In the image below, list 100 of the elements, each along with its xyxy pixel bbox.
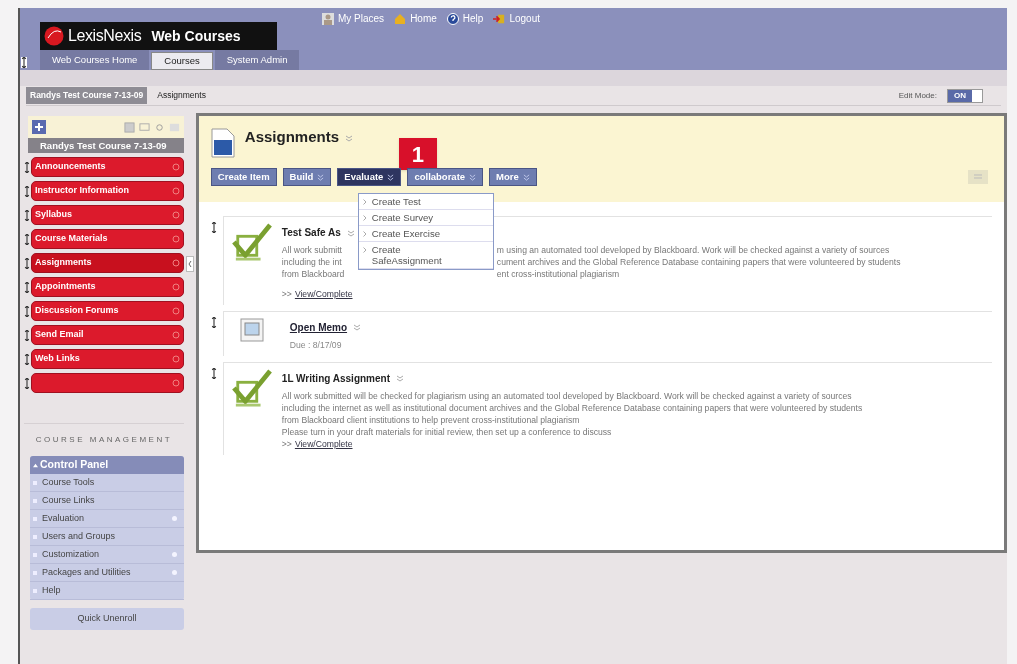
document-icon (210, 128, 235, 158)
chevron-icon (522, 173, 530, 181)
control-panel-item[interactable]: Course Links (30, 492, 184, 510)
item-title: Test Safe As (281, 226, 341, 240)
list-view-icon[interactable] (968, 170, 988, 184)
submenu-icon (171, 570, 177, 575)
course-menu-item[interactable]: Course Materials (31, 229, 184, 249)
course-menu-item[interactable]: Syllabus (31, 205, 184, 225)
drag-handle-icon[interactable] (24, 305, 30, 317)
options-icon[interactable] (171, 355, 180, 363)
description-text: including the internet as well as institutional document archives and the Global Reference Database containing papers that were volunteered by students (281, 401, 864, 414)
options-icon[interactable] (171, 331, 180, 339)
dropdown-item[interactable]: Create Survey (358, 210, 493, 226)
options-icon[interactable] (171, 187, 180, 195)
toolbar-button[interactable]: More (489, 168, 537, 186)
refresh-icon[interactable] (153, 121, 165, 133)
drag-handle-icon[interactable] (24, 185, 30, 197)
options-icon[interactable] (171, 379, 180, 387)
control-panel-header[interactable]: Control Panel (30, 456, 184, 474)
view-complete-link[interactable]: View/Complete (294, 288, 353, 301)
house-icon (394, 12, 407, 25)
control-panel-item[interactable]: Course Tools (30, 474, 184, 492)
dropdown-item[interactable]: Create Exercise (358, 226, 493, 242)
options-icon[interactable] (345, 134, 354, 142)
item-title-link[interactable]: Open Memo (289, 319, 348, 335)
bullet-icon (33, 498, 37, 503)
drag-handle-icon[interactable] (21, 57, 27, 68)
bullet-icon (33, 534, 37, 539)
options-icon[interactable] (353, 323, 362, 332)
top-link[interactable]: Help (446, 11, 484, 26)
submenu-icon (171, 552, 177, 557)
help-icon (446, 12, 459, 25)
bullet-icon (33, 480, 37, 485)
options-icon[interactable] (171, 163, 180, 171)
top-link[interactable]: Home (394, 11, 437, 26)
checkmark-icon (231, 223, 272, 261)
description-text: m using an automated tool developed by Blackboard. Work will be checked against a variety of sources (496, 244, 890, 256)
top-link[interactable]: Logout (493, 11, 540, 26)
control-panel-item[interactable]: Users and Groups (30, 528, 184, 546)
description-text: All work submitted will be checked for plagiarism using an automated tool developed by Blackboard. Work will be checked against a variety of sources (281, 389, 853, 402)
drag-handle-icon[interactable] (24, 329, 30, 341)
annotation-badge: 1 (398, 138, 437, 170)
drag-handle-icon[interactable] (24, 281, 30, 293)
link-prefix: >> (281, 437, 292, 451)
top-link[interactable]: My Places (322, 11, 385, 26)
link-prefix: >> (281, 288, 292, 301)
bullet-icon (33, 552, 37, 557)
options-icon[interactable] (346, 228, 355, 237)
toolbar-button[interactable]: Evaluate (337, 168, 402, 186)
drag-handle-icon[interactable] (24, 233, 30, 245)
drag-handle-icon[interactable] (24, 209, 30, 221)
course-menu-item[interactable]: Announcements (31, 157, 184, 177)
dropdown-item[interactable]: Create SafeAssignment (358, 242, 493, 269)
control-panel-item[interactable]: Packages and Utilities (30, 564, 184, 582)
drag-handle-icon[interactable] (210, 316, 217, 328)
control-panel-item[interactable]: Help (30, 582, 184, 600)
options-icon[interactable] (171, 259, 180, 267)
options-icon[interactable] (171, 211, 180, 219)
course-menu-item[interactable]: Assignments (31, 253, 184, 273)
nav-tab[interactable]: System Admin (214, 50, 300, 70)
toolbar-button[interactable]: Create Item (210, 168, 277, 186)
drag-handle-icon[interactable] (24, 377, 30, 389)
memo-icon (239, 317, 264, 342)
drag-handle-icon[interactable] (210, 222, 217, 233)
breadcrumb-link[interactable]: Randys Test Course 7-13-09 (26, 87, 148, 104)
drag-handle-icon[interactable] (24, 353, 30, 365)
quick-unenroll-button[interactable]: Quick Unenroll (30, 608, 184, 630)
page-title: Assignments (244, 126, 340, 147)
options-icon[interactable] (171, 307, 180, 315)
toolbar-button[interactable]: collaborate (407, 168, 484, 186)
bullet-icon (33, 570, 37, 575)
drag-handle-icon[interactable] (24, 161, 30, 173)
control-panel-item[interactable]: Evaluation (30, 510, 184, 528)
chevron-icon (387, 173, 395, 181)
toolbar-button[interactable]: Build (282, 168, 332, 186)
nav-tab[interactable]: Web Courses Home (40, 50, 150, 70)
drag-handle-icon[interactable] (210, 367, 217, 379)
dropdown-item[interactable]: Create Test (358, 194, 493, 210)
breadcrumb-current: Assignments (157, 89, 206, 102)
drag-handle-icon[interactable] (24, 257, 30, 269)
edit-mode-toggle[interactable]: ON (947, 88, 983, 103)
nav-tab[interactable]: Courses (151, 52, 213, 70)
folder-icon[interactable] (168, 121, 180, 133)
course-menu-item[interactable]: Web Links (31, 349, 184, 369)
options-icon[interactable] (171, 235, 180, 243)
window-icon[interactable] (138, 121, 150, 133)
collapse-icon[interactable] (185, 256, 194, 272)
grid-icon[interactable] (123, 121, 135, 133)
course-menu-item[interactable]: Send Email (31, 325, 184, 345)
add-icon[interactable] (32, 120, 46, 134)
course-menu-item[interactable]: Discussion Forums (31, 301, 184, 321)
description-text: including the int (281, 256, 343, 268)
options-icon[interactable] (171, 283, 180, 291)
description-text: ent cross-institutional plagiarism (496, 268, 620, 280)
due-date: Due : 8/17/09 (289, 338, 343, 352)
view-complete-link[interactable]: View/Complete (294, 437, 353, 451)
course-menu-item[interactable]: Appointments (31, 277, 184, 297)
course-menu-item[interactable]: Instructor Information (31, 181, 184, 201)
control-panel-item[interactable]: Customization (30, 546, 184, 564)
options-icon[interactable] (396, 374, 404, 383)
